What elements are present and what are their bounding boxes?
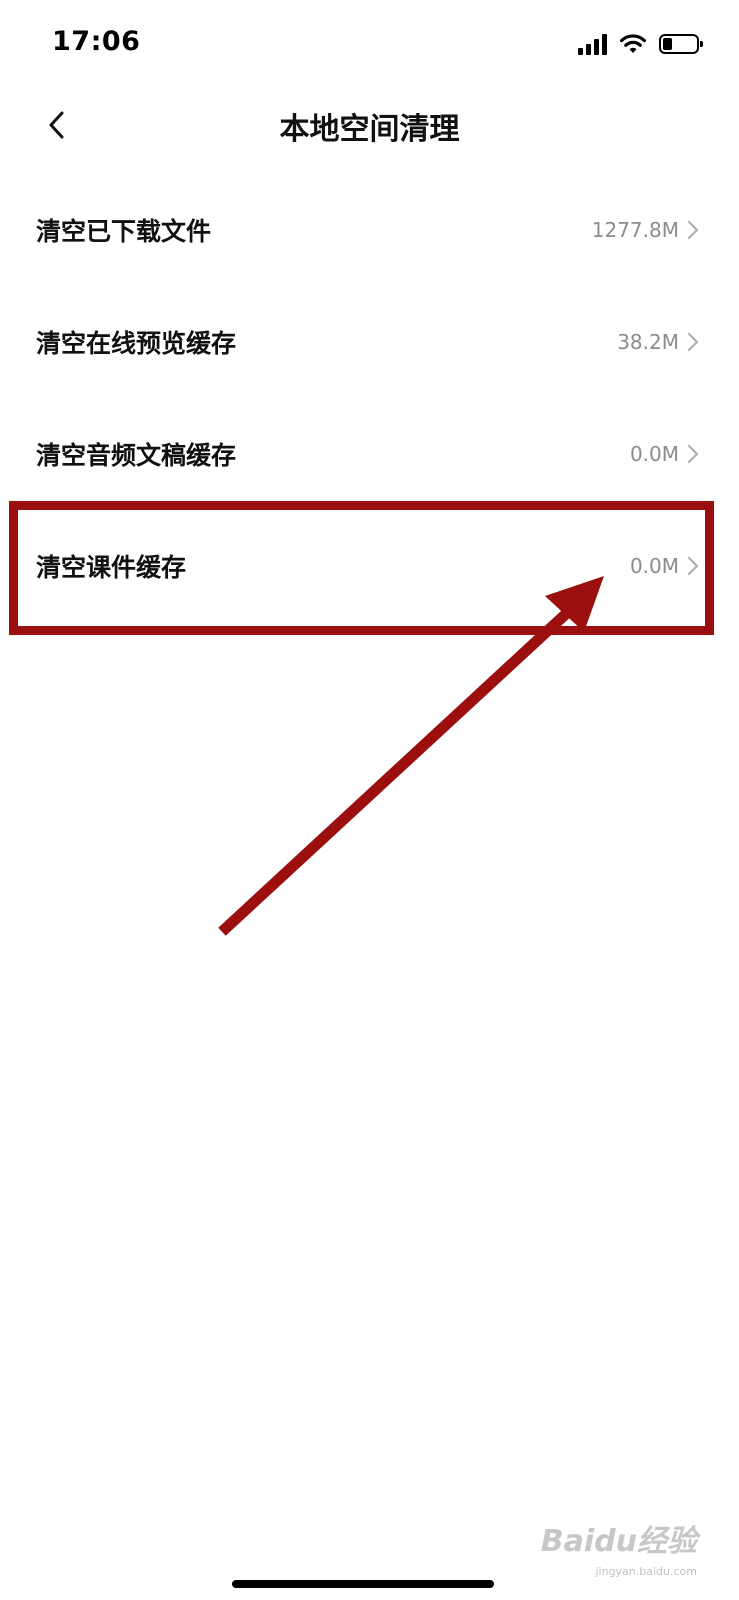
watermark-url: jingyan.baidu.com — [595, 1565, 697, 1578]
status-time: 17:06 — [52, 26, 141, 57]
watermark: Baidu经验 jingyan.baidu.com — [540, 1516, 697, 1578]
row-value: 1277.8M — [591, 218, 679, 242]
row-clear-preview-cache[interactable]: 清空在线预览缓存 38.2M — [0, 286, 739, 398]
row-label: 清空课件缓存 — [36, 553, 187, 582]
row-label: 清空音频文稿缓存 — [36, 441, 237, 470]
battery-level — [663, 38, 672, 50]
row-right: 0.0M — [630, 554, 699, 578]
baidu-logo: Baidu经验 — [540, 1524, 697, 1559]
status-icons — [578, 30, 703, 58]
signal-icon — [578, 33, 607, 55]
chevron-right-icon — [687, 444, 699, 464]
home-indicator[interactable] — [232, 1580, 494, 1588]
nav-bar: 本地空间清理 — [0, 90, 739, 160]
row-value: 38.2M — [617, 330, 679, 354]
row-right: 1277.8M — [592, 218, 699, 242]
battery-icon — [659, 34, 703, 54]
row-clear-courseware-cache[interactable]: 清空课件缓存 0.0M — [0, 510, 739, 622]
row-label: 清空已下载文件 — [36, 217, 212, 246]
row-label: 清空在线预览缓存 — [36, 329, 237, 358]
row-value: 0.0M — [629, 554, 679, 578]
chevron-right-icon — [687, 332, 699, 352]
page-title: 本地空间清理 — [279, 112, 460, 147]
row-right: 0.0M — [630, 442, 699, 466]
row-clear-audio-transcript-cache[interactable]: 清空音频文稿缓存 0.0M — [0, 398, 739, 510]
status-bar: 17:06 — [0, 0, 739, 90]
row-clear-downloaded-files[interactable]: 清空已下载文件 1277.8M — [0, 174, 739, 286]
wifi-icon — [620, 34, 646, 53]
chevron-right-icon — [687, 556, 699, 576]
row-value: 0.0M — [629, 442, 679, 466]
row-right: 38.2M — [617, 330, 699, 354]
settings-list: 清空已下载文件 1277.8M 清空在线预览缓存 38.2M 清空音频文稿缓存 … — [0, 174, 739, 622]
chevron-right-icon — [687, 220, 699, 240]
